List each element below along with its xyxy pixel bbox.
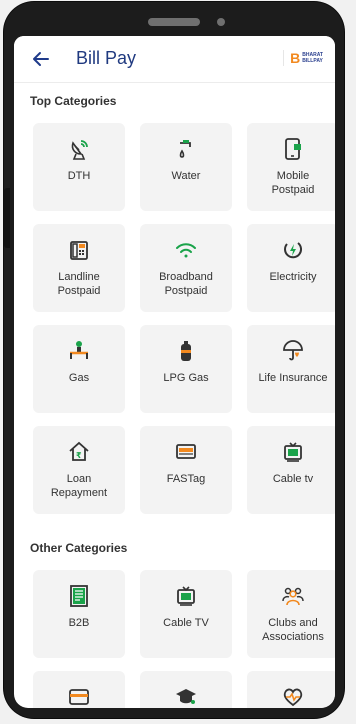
category-label: Cable tv <box>272 473 314 485</box>
television-icon <box>174 584 198 608</box>
category-label: Clubs and Associations <box>262 617 324 643</box>
wifi-icon <box>174 238 198 262</box>
category-tile-gas[interactable]: Gas <box>33 325 125 413</box>
category-label: Loan Repayment <box>50 473 108 499</box>
electricity-bolt-icon <box>281 238 305 262</box>
category-label: Cable TV <box>163 617 209 629</box>
mobile-phone-icon <box>281 137 305 161</box>
category-label: Landline Postpaid <box>57 271 101 297</box>
back-button[interactable] <box>28 47 54 71</box>
page-title: Bill Pay <box>76 48 137 68</box>
graduation-cap-icon <box>174 685 198 708</box>
category-tile-mobile-postpaid[interactable]: Mobile Postpaid <box>247 123 335 211</box>
people-group-icon <box>281 584 305 608</box>
bharat-billpay-logo: B BHARAT BILLPAY <box>283 50 323 66</box>
section-title-other-categories: Other Categories <box>30 541 128 555</box>
category-tile-lpg-gas[interactable]: LPG Gas <box>140 325 232 413</box>
satellite-dish-icon <box>67 137 91 161</box>
television-icon <box>281 440 305 464</box>
section-title-top-categories: Top Categories <box>30 94 117 108</box>
back-arrow-icon <box>33 52 49 66</box>
fastag-card-icon <box>174 440 198 464</box>
umbrella-heart-icon <box>281 339 305 363</box>
category-tile-life-insurance[interactable]: Life Insurance <box>247 325 335 413</box>
category-tile-fastag[interactable]: FASTag <box>140 426 232 514</box>
category-tile-clubs-and-associations[interactable]: Clubs and Associations <box>247 570 335 658</box>
category-tile-cable-tv[interactable]: Cable TV <box>140 570 232 658</box>
category-label: DTH <box>67 170 91 182</box>
category-label: B2B <box>68 617 90 629</box>
gas-pipe-icon <box>67 339 91 363</box>
bbps-logo-line2: BILLPAY <box>302 58 323 64</box>
speaker-grille <box>148 18 200 26</box>
invoice-document-icon <box>67 584 91 608</box>
category-tile-dth[interactable]: DTH <box>33 123 125 211</box>
water-tap-icon <box>174 137 198 161</box>
category-tile-graduation-cap[interactable] <box>140 671 232 708</box>
category-tile-broadband-postpaid[interactable]: Broadband Postpaid <box>140 224 232 312</box>
svg-text:₹: ₹ <box>76 451 82 460</box>
category-label: Life Insurance <box>258 372 328 384</box>
app-screen: Bill Pay B BHARAT BILLPAY Top Categories… <box>14 36 335 708</box>
phone-frame: Bill Pay B BHARAT BILLPAY Top Categories… <box>4 2 344 718</box>
category-tile-heartbeat[interactable] <box>247 671 335 708</box>
category-tile-b2b[interactable]: B2B <box>33 570 125 658</box>
category-label: Broadband Postpaid <box>159 271 213 297</box>
credit-card-icon <box>67 685 91 708</box>
category-label: Mobile Postpaid <box>271 170 315 196</box>
category-tile-cable-tv[interactable]: Cable tv <box>247 426 335 514</box>
bbps-logo-mark: B <box>290 50 301 66</box>
category-label: Gas <box>68 372 90 384</box>
category-label: Electricity <box>269 271 317 283</box>
category-tile-credit-card[interactable] <box>33 671 125 708</box>
category-tile-loan-repayment[interactable]: ₹ Loan Repayment <box>33 426 125 514</box>
front-camera <box>217 18 225 26</box>
category-tile-water[interactable]: Water <box>140 123 232 211</box>
side-button <box>4 188 10 248</box>
category-label: Water <box>171 170 201 182</box>
category-tile-electricity[interactable]: Electricity <box>247 224 335 312</box>
category-label: LPG Gas <box>163 372 209 384</box>
landline-phone-icon <box>67 238 91 262</box>
house-rupee-icon: ₹ <box>67 440 91 464</box>
category-label: FASTag <box>166 473 206 485</box>
app-header: Bill Pay B BHARAT BILLPAY <box>14 36 335 83</box>
category-tile-landline-postpaid[interactable]: Landline Postpaid <box>33 224 125 312</box>
gas-cylinder-icon <box>174 339 198 363</box>
heartbeat-icon <box>281 685 305 708</box>
